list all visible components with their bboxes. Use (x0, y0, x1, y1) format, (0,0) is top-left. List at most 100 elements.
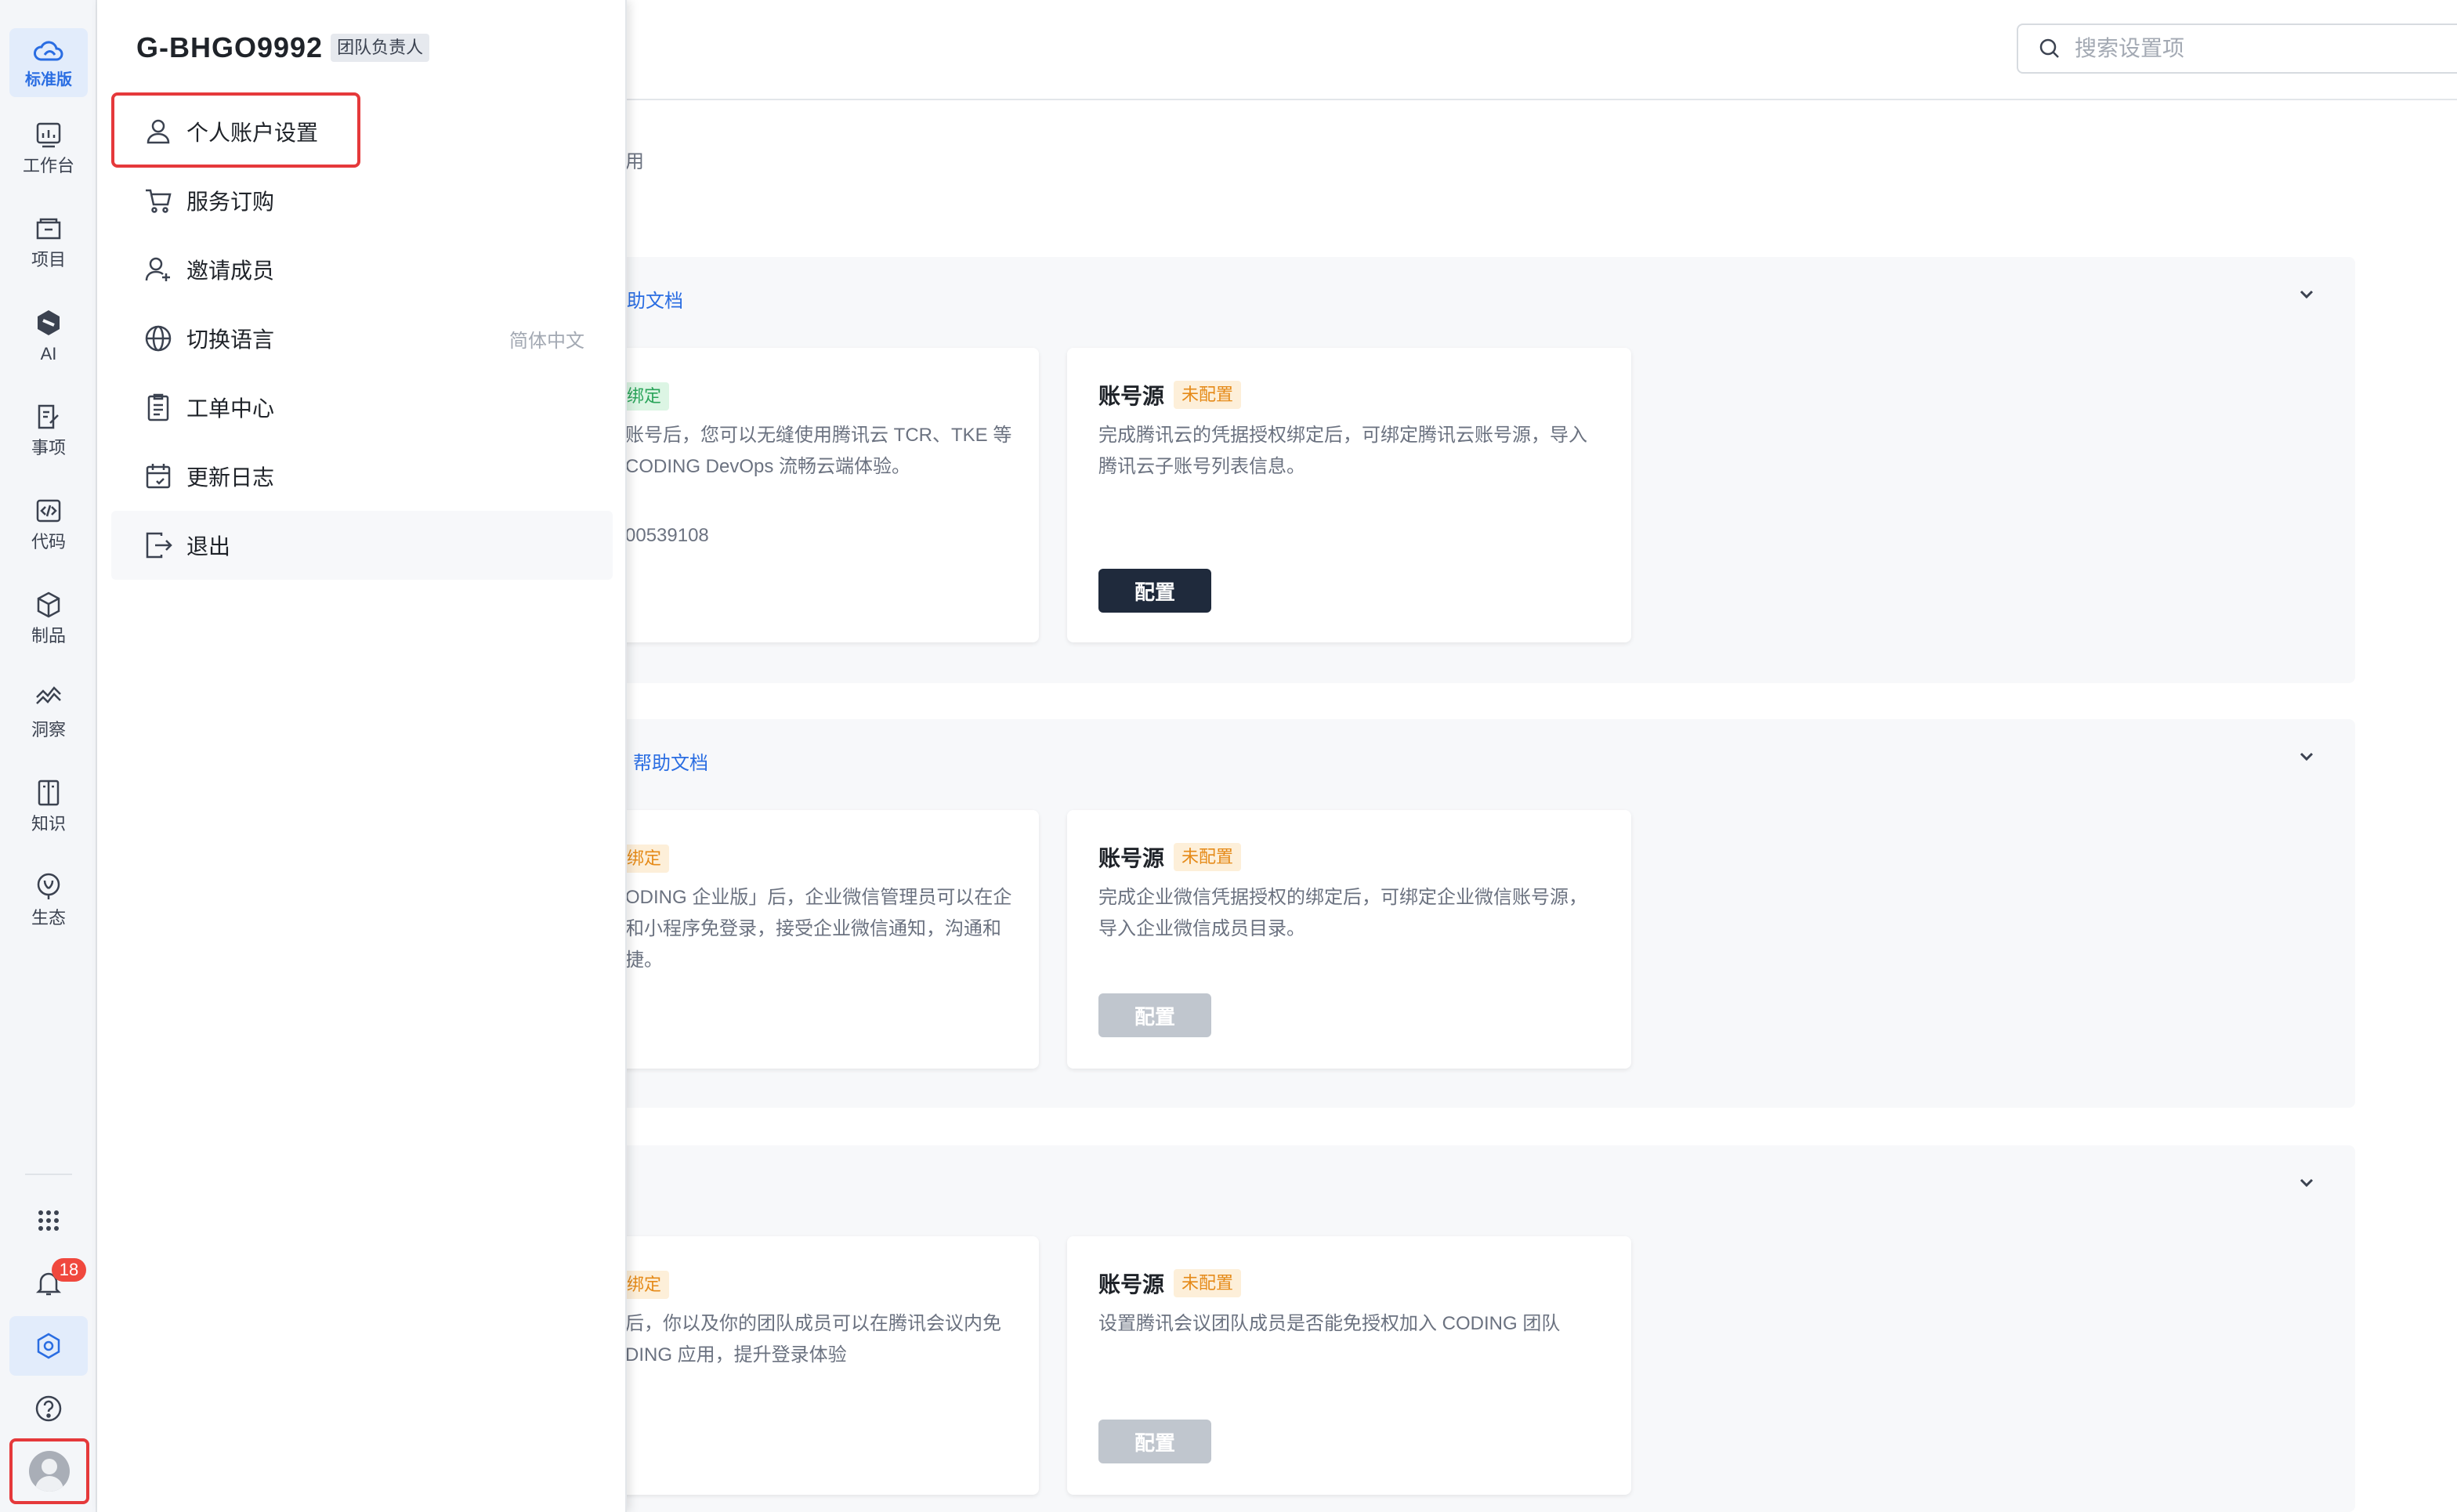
settings-search[interactable] (2017, 24, 2457, 74)
rail-divider (25, 1174, 72, 1175)
configure-button[interactable]: 配置 (1098, 1420, 1211, 1463)
menu-item-changelog[interactable]: 更新日志 (111, 442, 613, 511)
rail-item-ai[interactable]: AI (9, 296, 88, 374)
menu-item-label: 切换语言 (186, 327, 275, 352)
dashboard-icon (36, 122, 61, 148)
notification-count-badge: 18 (52, 1258, 86, 1282)
help-docs-link[interactable]: 助文档 (627, 285, 683, 313)
card-description: 设置腾讯会议团队成员是否能免授权加入 CODING 团队 (1098, 1313, 1561, 1334)
insight-icon (36, 686, 61, 704)
card-description-line: 账号后，您可以无缝使用腾讯云 TCR、TKE 等 (625, 425, 1012, 446)
chevron-down-icon[interactable] (2296, 284, 2318, 306)
user-avatar-button[interactable] (9, 1438, 89, 1504)
book-icon (38, 780, 60, 806)
rail-item-insight[interactable]: 洞察 (9, 672, 88, 751)
team-name: G-BHGO9992 (136, 31, 324, 63)
rail-item-label: 工作台 (22, 156, 74, 175)
team-header: G-BHGO9992 团队负责人 (136, 31, 430, 64)
account-source-card: 账号源 未配置 完成腾讯云的凭据授权绑定后，可绑定腾讯云账号源，导入腾讯云子账号… (1067, 348, 1631, 642)
card-description-line: CODING DevOps 流畅云端体验。 (625, 456, 911, 477)
current-language: 简体中文 (509, 330, 584, 352)
menu-item-label: 退出 (186, 534, 231, 559)
configure-button[interactable]: 配置 (1098, 569, 1211, 613)
brand-logo[interactable]: 标准版 (9, 28, 88, 97)
notifications-button[interactable]: 18 (9, 1253, 88, 1313)
settings-hexagon-icon (37, 1333, 60, 1359)
calendar-icon (146, 464, 171, 489)
ticket-icon (147, 393, 169, 421)
rail-item-knowledge[interactable]: 知识 (9, 766, 88, 845)
avatar (29, 1451, 70, 1492)
rail-item-artifacts[interactable]: 制品 (9, 578, 88, 657)
cart-icon (146, 189, 172, 213)
left-rail: 标准版 工作台 项目 AI 事项 代码 制品 洞察 知识 生态 18 (0, 0, 97, 1512)
ecosystem-icon (37, 873, 60, 899)
grid-icon (38, 1210, 59, 1231)
rail-item-projects[interactable]: 项目 (9, 202, 88, 280)
card-description: 完成腾讯云的凭据授权绑定后，可绑定腾讯云账号源，导入腾讯云子账号列表信息。 (1098, 425, 1587, 477)
chevron-down-icon[interactable] (2296, 746, 2318, 768)
menu-item-invite-members[interactable]: 邀请成员 (111, 235, 613, 304)
rail-item-label: 生态 (31, 908, 66, 928)
rail-item-code[interactable]: 代码 (9, 484, 88, 562)
rail-item-label: 洞察 (31, 720, 66, 740)
ai-icon (38, 310, 60, 335)
highlight-box (111, 92, 360, 168)
card-title: 账号源 未配置 (1098, 379, 1242, 411)
binding-card (606, 348, 1039, 642)
rail-item-label: 事项 (31, 438, 66, 458)
menu-item-label: 服务订购 (186, 190, 275, 214)
rail-item-label: 代码 (31, 532, 66, 552)
rail-item-label: AI (40, 344, 57, 364)
globe-icon (145, 325, 172, 352)
card-description: 完成企业微信凭据授权的绑定后，可绑定企业微信账号源，导入企业微信成员目录。 (1098, 887, 1587, 939)
rail-item-label: 知识 (31, 814, 66, 834)
status-badge: 未配置 (1174, 381, 1242, 409)
rail-item-issues[interactable]: 事项 (9, 390, 88, 468)
card-description-line: ODING 企业版」后，企业微信管理员可以在企 (625, 887, 1012, 908)
search-icon (2039, 38, 2059, 58)
menu-item-label: 邀请成员 (186, 259, 275, 283)
menu-item-service-purchase[interactable]: 服务订购 (111, 166, 613, 235)
issue-icon (38, 404, 59, 429)
menu-item-switch-language[interactable]: 切换语言 简体中文 (111, 304, 613, 373)
search-input[interactable] (2075, 36, 2457, 61)
help-docs-link[interactable]: 帮助文档 (633, 747, 708, 775)
help-icon (35, 1395, 62, 1422)
card-title-text: 账号源 (1098, 384, 1165, 408)
apps-grid-button[interactable] (9, 1191, 88, 1250)
account-source-card: 账号源 未配置 设置腾讯会议团队成员是否能免授权加入 CODING 团队 配置 (1067, 1236, 1631, 1495)
intro-text: 用 (625, 151, 644, 172)
settings-button[interactable] (9, 1316, 88, 1376)
card-title: 账号源 未配置 (1098, 1268, 1242, 1299)
card-description-line: 后，你以及你的团队成员可以在腾讯会议内免 (625, 1313, 1001, 1334)
role-badge: 团队负责人 (331, 34, 430, 62)
menu-item-label: 工单中心 (186, 396, 275, 421)
invite-user-icon (145, 257, 170, 281)
cloud-logo-icon (34, 41, 63, 61)
status-badge: 未配置 (1174, 1269, 1242, 1297)
rail-item-workbench[interactable]: 工作台 (9, 108, 88, 186)
account-id: 00539108 (625, 525, 709, 546)
help-button[interactable] (9, 1379, 88, 1438)
configure-button[interactable]: 配置 (1098, 993, 1211, 1037)
package-icon (37, 591, 60, 618)
menu-item-ticket-center[interactable]: 工单中心 (111, 373, 613, 442)
card-title-text: 账号源 (1098, 846, 1165, 870)
brand-edition-label: 标准版 (25, 71, 72, 89)
logout-icon (146, 532, 172, 559)
folder-icon (36, 218, 61, 240)
card-title-text: 账号源 (1098, 1272, 1165, 1297)
rail-item-label: 项目 (31, 250, 66, 269)
code-icon (36, 499, 61, 523)
card-title: 账号源 未配置 (1098, 841, 1242, 873)
rail-item-ecosystem[interactable]: 生态 (9, 860, 88, 939)
menu-item-label: 更新日志 (186, 465, 275, 490)
account-source-card: 账号源 未配置 完成企业微信凭据授权的绑定后，可绑定企业微信账号源，导入企业微信… (1067, 810, 1631, 1069)
status-badge: 未配置 (1174, 843, 1242, 871)
card-description-line: 捷。 (625, 950, 663, 971)
card-description-line: DING 应用，提升登录体验 (625, 1344, 847, 1366)
chevron-down-icon[interactable] (2296, 1172, 2318, 1194)
menu-item-logout[interactable]: 退出 (111, 511, 613, 580)
rail-item-label: 制品 (31, 626, 66, 646)
